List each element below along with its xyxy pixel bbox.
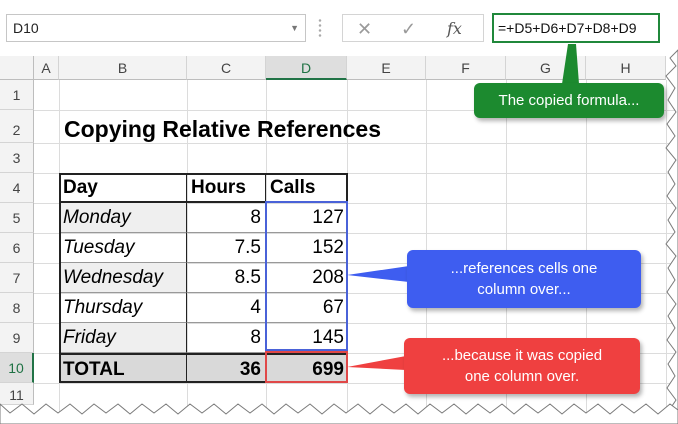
name-box[interactable]: D10 ▼ [6, 14, 306, 42]
select-all-corner[interactable] [0, 56, 34, 80]
column-header-a[interactable]: A [34, 56, 59, 80]
column-header-b[interactable]: B [59, 56, 187, 80]
cell-calls[interactable]: 67 [266, 293, 348, 323]
callout-references: ...references cells one column over... [407, 250, 641, 308]
check-icon[interactable]: ✓ [401, 17, 416, 41]
header-cell-calls[interactable]: Calls [266, 173, 348, 203]
formula-input[interactable]: =+D5+D6+D7+D8+D9 [492, 13, 660, 43]
row-header-11[interactable]: 11 [0, 383, 34, 405]
column-header-e[interactable]: E [347, 56, 426, 80]
insert-function-icon[interactable]: fx [447, 17, 462, 41]
column-header-f[interactable]: F [426, 56, 506, 80]
total-label-cell[interactable]: TOTAL [59, 353, 187, 383]
cell-day[interactable]: Wednesday [59, 263, 187, 293]
total-calls-cell[interactable]: 699 [266, 353, 348, 383]
cell-calls[interactable]: 145 [266, 323, 348, 353]
cancel-icon[interactable]: ✕ [357, 17, 372, 41]
row-header-5[interactable]: 5 [0, 203, 34, 233]
data-table: Day Hours Calls Monday 8 127 Tuesday 7.5… [59, 173, 348, 383]
formula-bar: D10 ▼ ✕ ✓ fx =+D5+D6+D7+D8+D9 [0, 0, 678, 56]
sheet-title[interactable]: Copying Relative References [64, 114, 381, 144]
gridline [666, 80, 667, 424]
column-header-d[interactable]: D [266, 56, 347, 80]
cell-hours[interactable]: 4 [187, 293, 266, 323]
cell-day[interactable]: Tuesday [59, 233, 187, 263]
header-cell-day[interactable]: Day [59, 173, 187, 203]
callout-because-copied-line1: ...because it was copied [441, 347, 603, 364]
cell-day[interactable]: Monday [59, 203, 187, 233]
callout-copied-formula: The copied formula... [474, 83, 664, 118]
callout-references-line2: column over... [477, 281, 571, 298]
chevron-down-icon[interactable]: ▼ [290, 15, 299, 41]
row-header-4[interactable]: 4 [0, 173, 34, 203]
cell-hours[interactable]: 8 [187, 203, 266, 233]
cell-calls[interactable]: 152 [266, 233, 348, 263]
column-header-c[interactable]: C [187, 56, 266, 80]
callout-because-copied-line2: one column over. [464, 368, 580, 385]
column-header-g[interactable]: G [506, 56, 586, 80]
cell-hours[interactable]: 7.5 [187, 233, 266, 263]
header-cell-hours[interactable]: Hours [187, 173, 266, 203]
name-box-value: D10 [13, 20, 39, 36]
cell-hours[interactable]: 8 [187, 323, 266, 353]
row-header-1[interactable]: 1 [0, 80, 34, 110]
callout-because-copied: ...because it was copied one column over… [404, 338, 640, 394]
row-header-10[interactable]: 10 [0, 353, 34, 383]
column-header-h[interactable]: H [586, 56, 666, 80]
callout-references-line1: ...references cells one [450, 260, 598, 277]
cell-calls[interactable]: 208 [266, 263, 348, 293]
row-header-3[interactable]: 3 [0, 143, 34, 173]
row-header-9[interactable]: 9 [0, 323, 34, 353]
cell-hours[interactable]: 8.5 [187, 263, 266, 293]
row-header-8[interactable]: 8 [0, 293, 34, 323]
row-header-2[interactable]: 2 [0, 110, 34, 143]
formula-buttons: ✕ ✓ fx [342, 14, 484, 42]
drag-handle-icon[interactable] [318, 18, 322, 38]
cell-day[interactable]: Thursday [59, 293, 187, 323]
total-hours-cell[interactable]: 36 [187, 353, 266, 383]
row-header-7[interactable]: 7 [0, 263, 34, 293]
row-header-6[interactable]: 6 [0, 233, 34, 263]
cell-calls[interactable]: 127 [266, 203, 348, 233]
cell-day[interactable]: Friday [59, 323, 187, 353]
